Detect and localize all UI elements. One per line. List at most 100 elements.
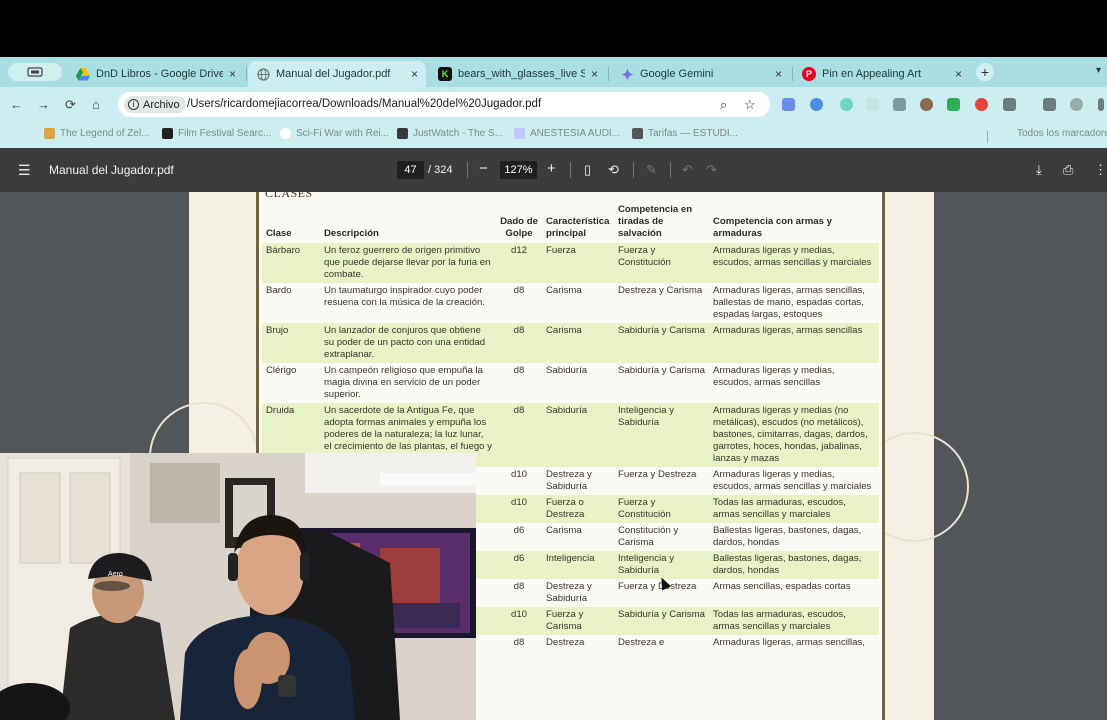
table-cell: Un feroz guerrero de origen primitivo qu… — [320, 243, 496, 283]
table-cell: Clérigo — [266, 365, 297, 376]
rotate-icon[interactable]: ⟲ — [608, 162, 619, 178]
more-options-icon[interactable]: ⋮ — [1094, 162, 1107, 178]
zoom-out-icon[interactable]: − — [479, 160, 488, 177]
webcam-scene: Aero — [0, 453, 476, 720]
redo-icon[interactable]: ↷ — [706, 162, 717, 178]
bookmark-favicon-icon — [44, 128, 55, 139]
back-icon[interactable]: ← — [10, 97, 23, 112]
table-cell: Todas las armaduras, escudos, armas senc… — [709, 495, 879, 523]
file-chip-label: Archivo — [143, 98, 180, 111]
table-row: Bardo Un taumaturgo inspirador cuyo poder… — [262, 283, 879, 323]
close-icon[interactable]: × — [411, 67, 418, 81]
forward-icon[interactable]: → — [37, 97, 50, 112]
url-text[interactable]: /Users/ricardomejiacorrea/Downloads/Manu… — [187, 98, 541, 110]
page-number-input[interactable]: 47 — [397, 161, 424, 179]
close-icon[interactable]: × — [955, 67, 962, 81]
table-cell: Inteligencia y Sabiduría — [614, 403, 709, 467]
print-icon[interactable]: ⎙ — [1063, 162, 1073, 178]
media-control-icon[interactable] — [1043, 98, 1056, 111]
table-cell: Ballestas ligeras, bastones, dagas, dard… — [709, 551, 879, 579]
bookmark-item[interactable]: Sci-Fi War with Rei... — [280, 128, 389, 139]
reload-icon[interactable]: ⟳ — [65, 97, 76, 113]
table-cell: d12 — [496, 243, 542, 283]
table-cell: Armaduras ligeras, armas sencillas — [709, 323, 879, 363]
bookmark-item[interactable]: The Legend of Zel... — [44, 128, 150, 139]
bookmark-favicon-icon — [632, 128, 643, 139]
menu-icon[interactable]: ☰ — [18, 162, 31, 179]
table-cell: Sabiduría y Carisma — [614, 607, 709, 635]
table-cell: Ballestas ligeras, bastones, dagas, dard… — [713, 525, 862, 548]
download-icon[interactable]: ⤓ — [1036, 162, 1042, 178]
browser-chrome: DnD Libros - Google Drive × Manual del J… — [0, 57, 1107, 148]
table-header-row: Clase Descripción Dado de Golpe Caracter… — [262, 202, 879, 243]
more-menu-icon[interactable] — [1098, 98, 1104, 111]
bookmarks-divider — [987, 131, 988, 143]
kick-icon: K — [438, 67, 452, 81]
table-cell: Fuerza y Destreza — [618, 469, 697, 480]
star-icon[interactable]: ☆ — [744, 97, 756, 113]
adblock-icon[interactable] — [975, 98, 988, 111]
extension-teal-icon[interactable] — [840, 98, 853, 111]
bookmark-item[interactable]: Tarifas — ESTUDI... — [632, 128, 738, 139]
table-cell: Fuerza y Constitución — [614, 495, 709, 523]
table-cell: d8 — [513, 637, 525, 648]
tab-kick-stream[interactable]: K bears_with_glasses_live Stre × — [430, 61, 606, 87]
column-header: Característica principal — [546, 216, 610, 239]
bookmarks-bar: The Legend of Zel... Film Festival Searc… — [0, 123, 1107, 148]
pdf-toolbar: ☰ Manual del Jugador.pdf 47 / 324 − 127%… — [0, 148, 1107, 192]
column-header: Competencia en tiradas de salvación — [618, 204, 693, 239]
table-cell: d10 — [496, 607, 542, 635]
table-row: Brujo Un lanzador de conjuros que obtiene… — [262, 323, 879, 363]
translate-extension-icon[interactable] — [782, 98, 795, 111]
tab-pinterest[interactable]: P Pin en Appealing Art × — [794, 61, 970, 87]
table-row: Bárbaro Un feroz guerrero de origen primi… — [262, 243, 879, 283]
file-chip[interactable]: i Archivo — [124, 96, 186, 113]
webcam-overlay: Aero — [0, 453, 476, 720]
table-cell: d6 — [513, 525, 525, 536]
table-cell: Armaduras ligeras, armas sencillas, — [713, 637, 865, 648]
extension-blue-icon[interactable] — [810, 98, 823, 111]
undo-icon[interactable]: ↶ — [682, 162, 693, 178]
address-bar[interactable]: i Archivo /Users/ricardomejiacorrea/Down… — [118, 92, 770, 117]
all-bookmarks[interactable]: Todos los marcadores — [1000, 128, 1107, 139]
tab-dnd-libros[interactable]: DnD Libros - Google Drive × — [68, 61, 244, 87]
extension-grey-icon[interactable] — [866, 98, 879, 111]
bookmark-item[interactable]: Film Festival Searc... — [162, 128, 271, 139]
screen-top-bar — [0, 0, 1107, 57]
google-drive-icon — [76, 67, 90, 81]
table-cell: Carisma — [542, 323, 614, 363]
tab-title: DnD Libros - Google Drive — [96, 68, 223, 80]
table-cell: Armaduras ligeras, armas sencillas, ball… — [713, 285, 865, 320]
close-icon[interactable]: × — [775, 67, 782, 81]
tab-manual-jugador[interactable]: Manual del Jugador.pdf × — [248, 61, 426, 87]
cookie-icon[interactable] — [920, 98, 933, 111]
new-tab-button[interactable]: + — [976, 63, 994, 81]
fit-page-icon[interactable]: ▯ — [584, 162, 591, 178]
table-cell: Fuerza — [542, 243, 614, 283]
shield-icon[interactable] — [947, 98, 960, 111]
extensions-puzzle-icon[interactable] — [1003, 98, 1016, 111]
zoom-icon[interactable]: ⌕ — [720, 97, 727, 113]
bookmark-item[interactable]: JustWatch - The S... — [397, 128, 503, 139]
home-icon[interactable]: ⌂ — [92, 97, 100, 112]
tab-title: Google Gemini — [640, 68, 714, 80]
tab-overview-icon[interactable] — [8, 63, 62, 81]
zoom-in-icon[interactable]: + — [547, 160, 556, 177]
table-cell: Brujo — [262, 323, 320, 363]
table-cell: Bardo — [266, 285, 292, 296]
close-icon[interactable]: × — [229, 67, 236, 81]
bookmark-item[interactable]: ANESTESIA AUDI... — [514, 128, 620, 139]
table-cell: d8 — [513, 365, 525, 376]
annotate-icon[interactable]: ✎ — [646, 162, 657, 178]
zoom-input[interactable]: 127% — [500, 161, 537, 179]
profile-avatar[interactable] — [1070, 98, 1083, 111]
tab-google-gemini[interactable]: Google Gemini × — [612, 61, 790, 87]
tab-title: Manual del Jugador.pdf — [276, 68, 391, 80]
page-total: / 324 — [428, 164, 453, 176]
table-cell: Sabiduría y Carisma — [614, 323, 709, 363]
table-cell: d8 — [513, 285, 525, 296]
cast-icon[interactable] — [893, 98, 906, 111]
tab-search-icon[interactable]: ▾ — [1096, 65, 1101, 76]
close-icon[interactable]: × — [591, 67, 598, 81]
table-row: Clérigo Un campeón religioso que empuña l… — [262, 363, 879, 403]
